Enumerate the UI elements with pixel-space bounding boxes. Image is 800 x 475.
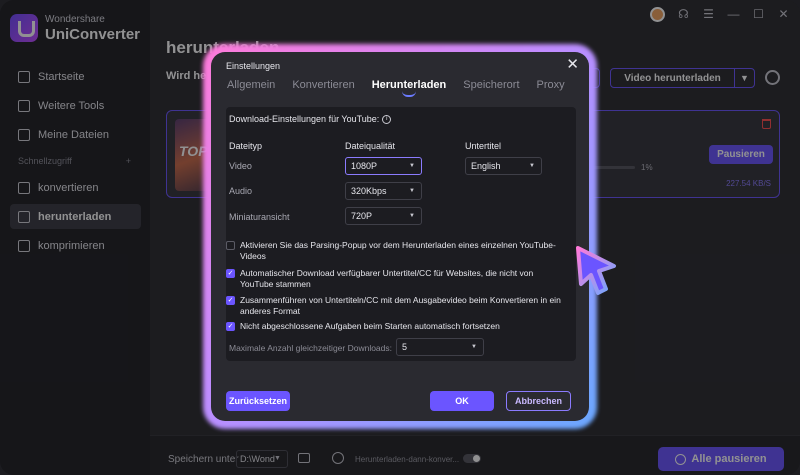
tab-herunterladen[interactable]: Herunterladen	[372, 79, 446, 97]
settings-tabs: Allgemein Konvertieren Herunterladen Spe…	[227, 79, 565, 97]
checkbox-label: Automatischer Download verfügbarer Unter…	[240, 268, 534, 289]
row-label-video: Video	[229, 161, 252, 171]
max-downloads-select[interactable]: 5 ▼	[396, 338, 484, 356]
checkbox-label: Zusammenführen von Untertiteln/CC mit de…	[240, 295, 561, 316]
download-settings-panel: Download-Einstellungen für YouTube: i Dat…	[226, 107, 576, 361]
row-label-thumbnail: Miniaturansicht	[229, 212, 290, 222]
chevron-down-icon: ▼	[409, 163, 415, 169]
cancel-button[interactable]: Abbrechen	[506, 391, 571, 411]
video-quality-value: 1080P	[351, 161, 378, 171]
tab-proxy[interactable]: Proxy	[537, 79, 565, 91]
tab-konvertieren[interactable]: Konvertieren	[292, 79, 354, 91]
dialog-title: Einstellungen	[226, 61, 281, 71]
checkbox-row-auto-subtitles[interactable]: ✓ Automatischer Download verfügbarer Unt…	[226, 268, 566, 290]
tab-speicherort[interactable]: Speicherort	[463, 79, 519, 91]
max-downloads-value: 5	[402, 342, 408, 352]
audio-quality-select[interactable]: 320Kbps ▼	[345, 182, 422, 200]
column-header-quality: Dateiqualität	[345, 141, 396, 151]
thumbnail-quality-select[interactable]: 720P ▼	[345, 207, 422, 225]
row-label-audio: Audio	[229, 186, 253, 196]
youtube-settings-label: Download-Einstellungen für YouTube:	[229, 114, 380, 124]
info-icon[interactable]: i	[382, 115, 392, 125]
close-icon[interactable]: ✕	[566, 55, 579, 73]
subtitle-language-value: English	[471, 161, 501, 171]
tab-allgemein[interactable]: Allgemein	[227, 79, 275, 91]
checkbox-row-parsing-popup[interactable]: Aktivieren Sie das Parsing-Popup vor dem…	[226, 240, 566, 262]
video-quality-select[interactable]: 1080P ▼	[345, 157, 422, 175]
checkbox-row-merge-subtitles[interactable]: ✓ Zusammenführen von Untertiteln/CC mit …	[226, 295, 566, 317]
cursor-arrow-icon	[576, 246, 616, 295]
audio-quality-value: 320Kbps	[351, 186, 387, 196]
checkbox-label: Nicht abgeschlossene Aufgaben beim Start…	[240, 321, 500, 331]
checkbox-auto-subtitles[interactable]: ✓	[226, 269, 235, 278]
thumbnail-quality-value: 720P	[351, 211, 373, 221]
chevron-down-icon: ▼	[471, 344, 477, 350]
max-downloads-label: Maximale Anzahl gleichzeitiger Downloads…	[229, 343, 392, 353]
subtitle-language-select[interactable]: English ▼	[465, 157, 542, 175]
chevron-down-icon: ▼	[529, 163, 535, 169]
youtube-settings-heading: Download-Einstellungen für YouTube: i	[229, 114, 392, 125]
checkbox-resume-tasks[interactable]: ✓	[226, 322, 235, 331]
settings-dialog: Einstellungen ✕ Allgemein Konvertieren H…	[211, 52, 589, 421]
checkbox-row-resume-tasks[interactable]: ✓ Nicht abgeschlossene Aufgaben beim Sta…	[226, 321, 566, 332]
checkbox-merge-subtitles[interactable]: ✓	[226, 296, 235, 305]
checkbox-parsing-popup[interactable]	[226, 241, 235, 250]
ok-button[interactable]: OK	[430, 391, 494, 411]
column-header-subtitle: Untertitel	[465, 141, 502, 151]
column-header-type: Dateityp	[229, 141, 263, 151]
chevron-down-icon: ▼	[409, 188, 415, 194]
chevron-down-icon: ▼	[409, 213, 415, 219]
reset-button[interactable]: Zurücksetzen	[226, 391, 290, 411]
checkbox-label: Aktivieren Sie das Parsing-Popup vor dem…	[240, 240, 556, 261]
